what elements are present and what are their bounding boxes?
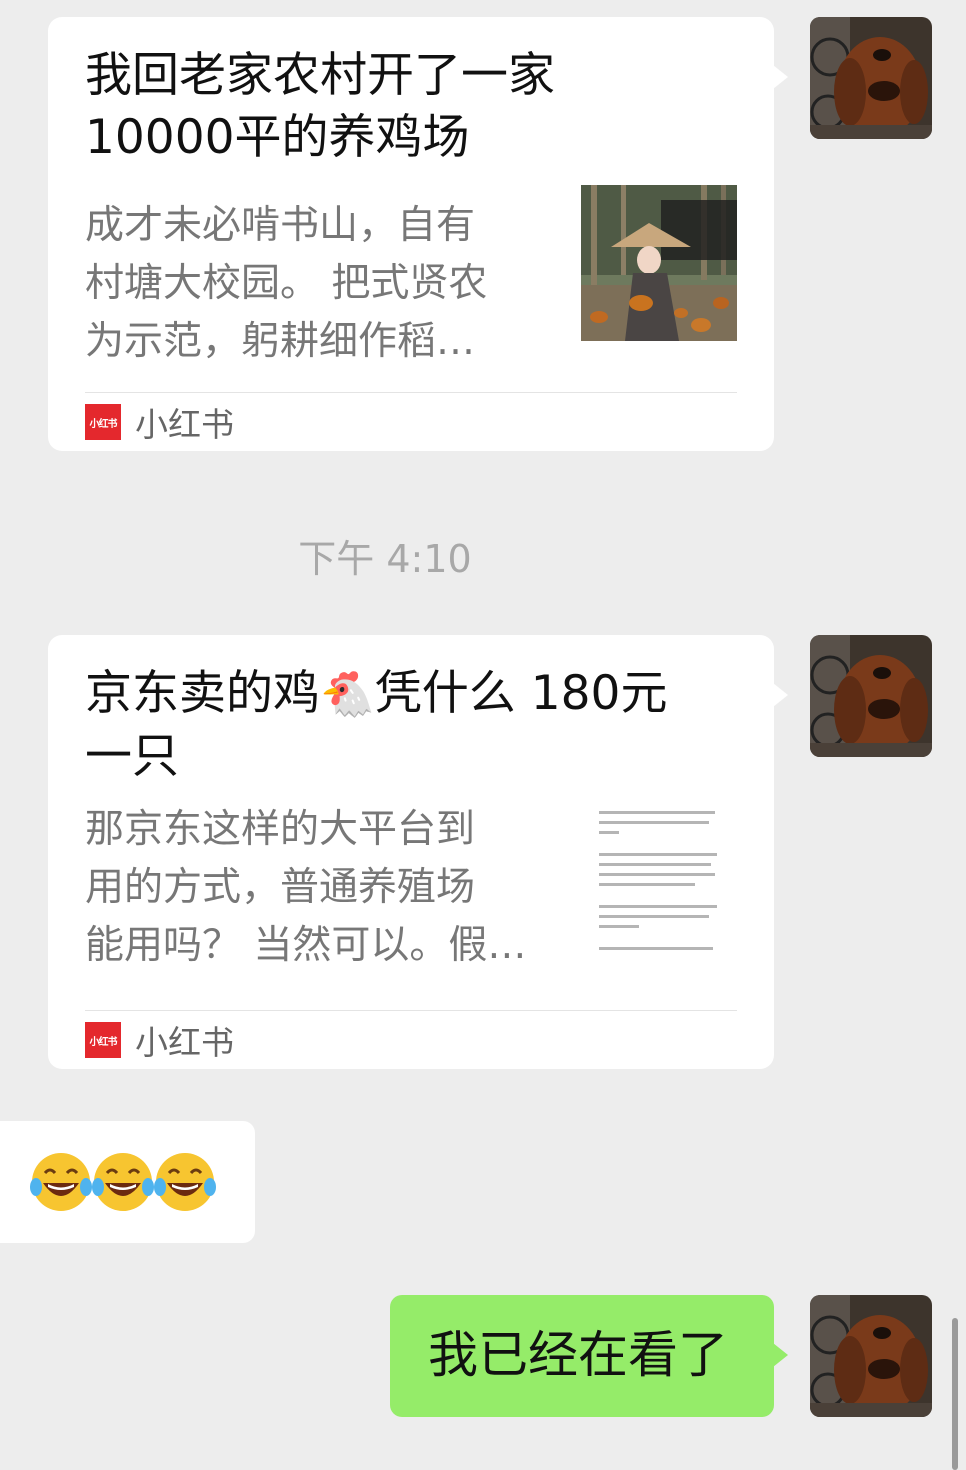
dog-avatar-icon [810,635,932,757]
woman-with-chickens-image [581,185,737,341]
link-card-2[interactable]: 京东卖的鸡🐔凭什么 180元一只 那京东这样的大平台到 用的方式，普通养殖场 能… [48,635,788,1069]
card-source: 小红书 小红书 [85,1022,234,1062]
link-card-1[interactable]: 我回老家农村开了一家 10000平的养鸡场 成才未必啃书山，自有 村塘大校园。 … [48,17,788,451]
sent-text-message[interactable]: 我已经在看了 [390,1295,788,1417]
laughing-tears-emoji-icon [154,1153,216,1211]
scrollbar[interactable] [952,1318,958,1470]
laughing-tears-emoji-icon [92,1153,154,1211]
card-title: 京东卖的鸡🐔凭什么 180元一只 [85,663,745,788]
card-thumbnail [581,803,737,959]
xiaohongshu-logo-icon: 小红书 [85,1022,121,1058]
rooster-emoji-icon: 🐔 [320,669,375,720]
dog-avatar-icon [810,17,932,139]
dog-avatar-icon [810,1295,932,1417]
source-name: 小红书 [135,1023,234,1062]
source-name: 小红书 [135,405,234,444]
card-divider [85,1010,737,1011]
avatar[interactable] [810,1295,932,1417]
card-title-line1-prefix: 京东卖的鸡 [85,666,320,721]
avatar[interactable] [810,17,932,139]
message-text: 我已经在看了 [428,1326,728,1384]
card-title-line1-suffix: 凭什么 180元 [374,666,668,721]
card-divider [85,392,737,393]
avatar[interactable] [810,635,932,757]
text-document-preview-icon [581,803,737,959]
laughing-tears-emoji-icon [30,1153,92,1211]
card-title: 我回老家农村开了一家 10000平的养鸡场 [85,48,555,165]
card-source: 小红书 小红书 [85,404,234,444]
card-description: 成才未必啃书山，自有 村塘大校园。 把式贤农 为示范，躬耕细作稻… [85,203,488,364]
emoji-message[interactable]: 😂😂😂 [0,1121,255,1243]
message-timestamp: 下午 4:10 [298,537,472,581]
card-thumbnail [581,185,737,341]
xiaohongshu-logo-icon: 小红书 [85,404,121,440]
card-description: 那京东这样的大平台到 用的方式，普通养殖场 能用吗？ 当然可以。假… [85,807,527,968]
card-title-line2: 一只 [85,729,179,784]
